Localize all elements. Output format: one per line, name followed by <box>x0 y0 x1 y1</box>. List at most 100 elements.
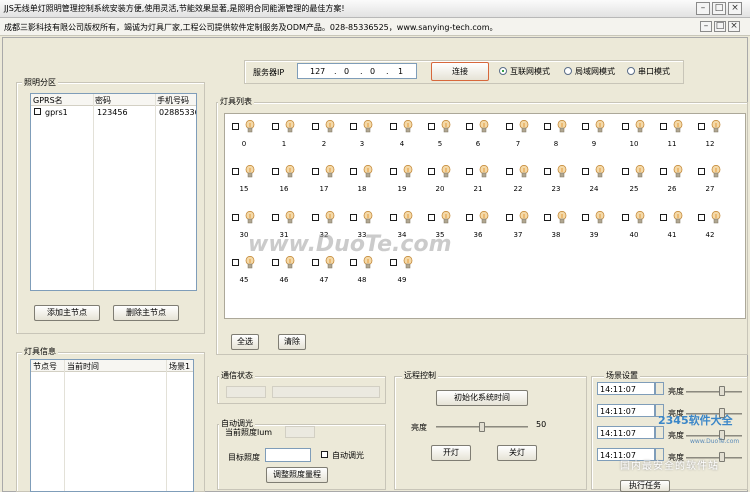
add-master-node-button[interactable]: 添加主节点 <box>34 305 100 321</box>
lamp-checkbox[interactable] <box>698 123 705 130</box>
lamp-checkbox[interactable] <box>232 168 239 175</box>
child-maximize-icon[interactable]: □ <box>714 21 726 32</box>
lamp-item[interactable]: 27 <box>697 164 733 208</box>
lamp-checkbox[interactable] <box>232 123 239 130</box>
brightness-thumb[interactable] <box>479 422 485 432</box>
lamp-item[interactable]: 37 <box>505 210 541 254</box>
scene-brightness-thumb[interactable] <box>719 386 725 396</box>
lamp-checkbox[interactable] <box>582 168 589 175</box>
lamp-item[interactable]: 5 <box>427 119 463 163</box>
lamp-checkbox[interactable] <box>312 123 319 130</box>
lamp-checkbox[interactable] <box>312 214 319 221</box>
server-ip-input[interactable]: 127 . 0 . 0 . 1 <box>297 63 417 79</box>
lamp-checkbox[interactable] <box>544 214 551 221</box>
scene-brightness-thumb[interactable] <box>719 452 725 462</box>
lamp-checkbox[interactable] <box>350 123 357 130</box>
lamp-checkbox[interactable] <box>232 214 239 221</box>
lamp-checkbox[interactable] <box>272 168 279 175</box>
lamp-item[interactable]: 45 <box>231 255 267 299</box>
lamp-checkbox[interactable] <box>622 123 629 130</box>
lamp-checkbox[interactable] <box>312 259 319 266</box>
lamp-checkbox[interactable] <box>428 168 435 175</box>
scene-brightness-slider[interactable] <box>686 391 742 393</box>
lamp-checkbox[interactable] <box>698 214 705 221</box>
lamp-checkbox[interactable] <box>390 123 397 130</box>
lamp-item[interactable]: 41 <box>659 210 695 254</box>
connect-button[interactable]: 连接 <box>431 62 489 81</box>
lamp-checkbox[interactable] <box>350 214 357 221</box>
lamp-checkbox[interactable] <box>428 214 435 221</box>
run-task-button[interactable]: 执行任务 <box>620 480 670 492</box>
lamp-checkbox[interactable] <box>466 168 473 175</box>
lamp-item[interactable]: 10 <box>621 119 657 163</box>
lamp-item[interactable]: 18 <box>349 164 385 208</box>
zone-row[interactable]: gprs1 123456 028853365 <box>31 106 196 118</box>
lamp-item[interactable]: 39 <box>581 210 617 254</box>
child-minimize-icon[interactable]: – <box>700 21 712 32</box>
scene-time-input[interactable]: 14:11:07 <box>597 404 655 417</box>
lamp-checkbox[interactable] <box>232 259 239 266</box>
target-lux-input[interactable] <box>265 448 311 462</box>
init-time-button[interactable]: 初始化系统时间 <box>436 390 528 406</box>
lamp-checkbox[interactable] <box>350 259 357 266</box>
lamp-checkbox[interactable] <box>390 214 397 221</box>
child-close-icon[interactable]: × <box>728 21 740 32</box>
lamp-item[interactable]: 6 <box>465 119 501 163</box>
lamp-item[interactable]: 9 <box>581 119 617 163</box>
lamp-item[interactable]: 38 <box>543 210 579 254</box>
lamp-item[interactable]: 36 <box>465 210 501 254</box>
lamp-checkbox[interactable] <box>466 123 473 130</box>
close-icon[interactable]: × <box>728 2 742 15</box>
lamp-item[interactable]: 4 <box>389 119 425 163</box>
lamp-checkbox[interactable] <box>272 259 279 266</box>
lamp-item[interactable]: 49 <box>389 255 425 299</box>
minimize-icon[interactable]: – <box>696 2 710 15</box>
lamp-item[interactable]: 42 <box>697 210 733 254</box>
scene-time-input[interactable]: 14:11:07 <box>597 382 655 395</box>
lamp-checkbox[interactable] <box>622 168 629 175</box>
clear-button[interactable]: 清除 <box>278 334 306 350</box>
lamp-checkbox[interactable] <box>466 214 473 221</box>
lamp-checkbox[interactable] <box>272 123 279 130</box>
lamp-item[interactable]: 7 <box>505 119 541 163</box>
lamp-checkbox[interactable] <box>390 259 397 266</box>
lamp-info-list[interactable]: 节点号 当前时间 场景1 <box>30 359 194 492</box>
lamp-checkbox[interactable] <box>506 168 513 175</box>
lamp-item[interactable]: 12 <box>697 119 733 163</box>
brightness-slider[interactable] <box>436 422 528 432</box>
lamp-item[interactable]: 26 <box>659 164 695 208</box>
lamp-item[interactable]: 8 <box>543 119 579 163</box>
lamp-item[interactable]: 21 <box>465 164 501 208</box>
scene-time-input[interactable]: 14:11:07 <box>597 426 655 439</box>
maximize-icon[interactable]: □ <box>712 2 726 15</box>
lamp-checkbox[interactable] <box>428 123 435 130</box>
lamp-item[interactable]: 25 <box>621 164 657 208</box>
lamp-item[interactable]: 40 <box>621 210 657 254</box>
lamp-item[interactable]: 20 <box>427 164 463 208</box>
lamp-item[interactable]: 1 <box>271 119 307 163</box>
lamp-item[interactable]: 23 <box>543 164 579 208</box>
select-all-button[interactable]: 全选 <box>231 334 259 350</box>
lamp-item[interactable]: 19 <box>389 164 425 208</box>
lamp-checkbox[interactable] <box>698 168 705 175</box>
lamp-item[interactable]: 3 <box>349 119 385 163</box>
lamp-checkbox[interactable] <box>506 214 513 221</box>
lamp-checkbox[interactable] <box>622 214 629 221</box>
adjust-range-button[interactable]: 调整照度量程 <box>266 467 328 483</box>
lamp-item[interactable]: 24 <box>581 164 617 208</box>
zone-list[interactable]: GPRS名 密码 手机号码 gprs1 123456 028853365 <box>30 93 197 291</box>
lamp-checkbox[interactable] <box>390 168 397 175</box>
lamp-checkbox[interactable] <box>544 168 551 175</box>
lamp-checkbox[interactable] <box>312 168 319 175</box>
scene-time-spinner[interactable] <box>655 382 664 395</box>
lamp-off-button[interactable]: 关灯 <box>497 445 537 461</box>
lamp-checkbox[interactable] <box>660 214 667 221</box>
scene-brightness-slider[interactable] <box>686 435 742 437</box>
lamp-item[interactable]: 47 <box>311 255 347 299</box>
lamp-checkbox[interactable] <box>582 214 589 221</box>
lamp-checkbox[interactable] <box>660 123 667 130</box>
lamp-item[interactable]: 0 <box>231 119 267 163</box>
lamp-checkbox[interactable] <box>582 123 589 130</box>
lamp-checkbox[interactable] <box>350 168 357 175</box>
lamp-item[interactable]: 48 <box>349 255 385 299</box>
